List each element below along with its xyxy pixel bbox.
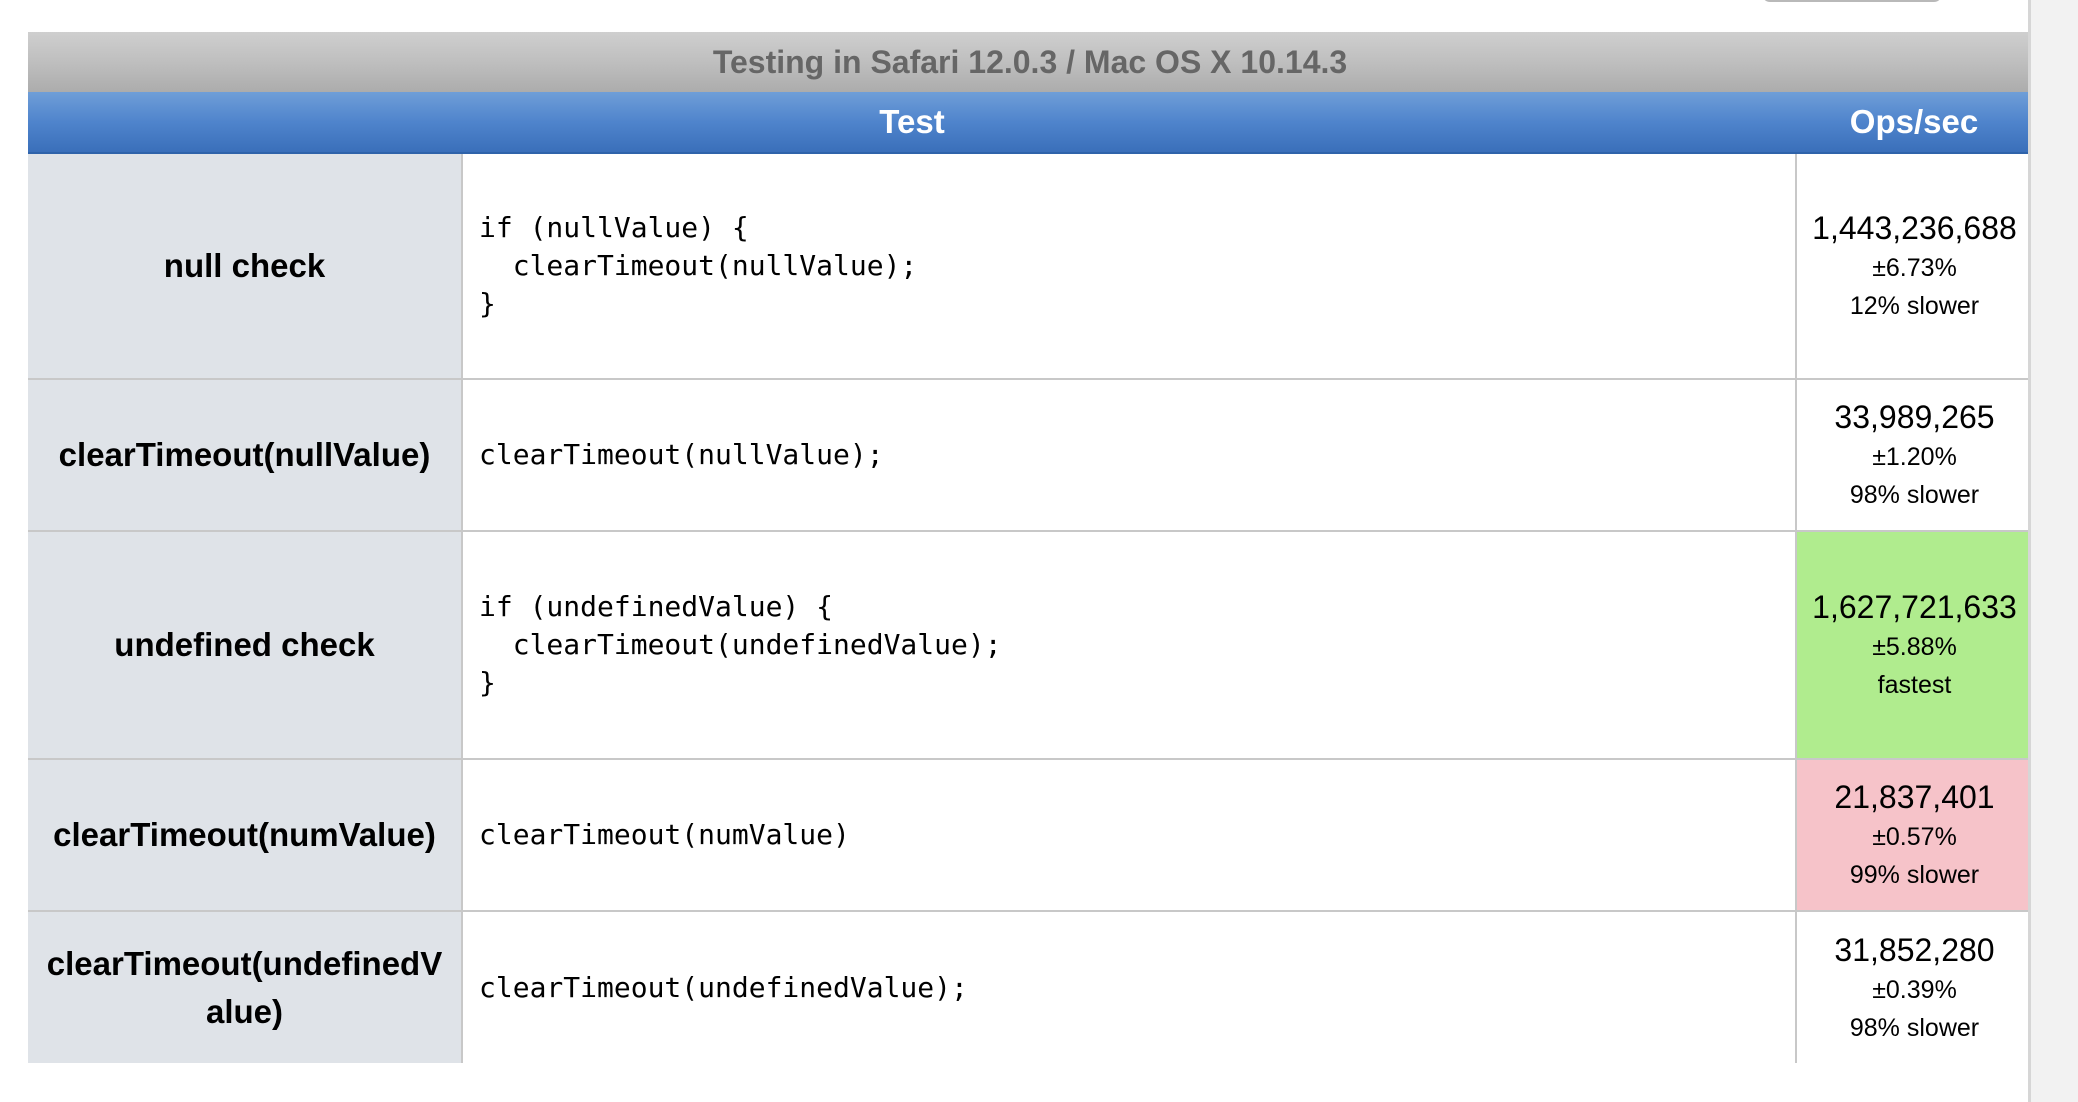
test-code-cell: if (nullValue) { clearTimeout(nullValue)… xyxy=(461,153,1797,380)
test-code-cell: clearTimeout(nullValue); xyxy=(461,379,1797,532)
ops-result-cell-slowest: 21,837,401 ±0.57% 99% slower xyxy=(1796,759,2032,912)
table-row: undefined check if (undefinedValue) { cl… xyxy=(28,531,2032,760)
test-title: undefined check xyxy=(28,531,462,760)
window-right-edge xyxy=(2028,0,2078,1102)
test-code: if (undefinedValue) { clearTimeout(undef… xyxy=(479,590,1002,699)
table-header-row: Test Ops/sec xyxy=(28,92,2032,154)
test-title: null check xyxy=(28,153,462,380)
test-code-cell: clearTimeout(undefinedValue); xyxy=(461,911,1797,1063)
test-code: clearTimeout(nullValue); xyxy=(479,438,884,471)
ops-value: 31,852,280 xyxy=(1834,931,1995,968)
table-row: clearTimeout(nullValue) clearTimeout(nul… xyxy=(28,379,2032,532)
ops-result-cell: 1,443,236,688 ±6.73% 12% slower xyxy=(1796,153,2032,380)
table-row: clearTimeout(undefinedValue) clearTimeou… xyxy=(28,911,2032,1063)
table-row: null check if (nullValue) { clearTimeout… xyxy=(28,153,2032,380)
test-code-cell: if (undefinedValue) { clearTimeout(undef… xyxy=(461,531,1797,760)
ops-error: ±1.20% xyxy=(1872,443,1957,471)
ops-error: ±0.57% xyxy=(1872,823,1957,851)
test-title: clearTimeout(numValue) xyxy=(28,759,462,912)
ops-value: 1,443,236,688 xyxy=(1812,210,2017,246)
ops-value: 1,627,721,633 xyxy=(1812,589,2017,625)
top-button-edge[interactable] xyxy=(1762,0,1942,2)
results-table: Testing in Safari 12.0.3 / Mac OS X 10.1… xyxy=(28,32,2032,1063)
ops-relative-note: 98% slower xyxy=(1849,1013,1980,1042)
test-code: if (nullValue) { clearTimeout(nullValue)… xyxy=(479,211,918,320)
ops-value: 33,989,265 xyxy=(1834,399,1995,435)
ops-relative-note: fastest xyxy=(1877,671,1952,699)
test-code: clearTimeout(numValue) xyxy=(479,818,850,851)
test-column-header: Test xyxy=(28,92,1796,154)
table-row: clearTimeout(numValue) clearTimeout(numV… xyxy=(28,759,2032,912)
ops-relative-note: 99% slower xyxy=(1849,861,1980,889)
test-title: clearTimeout(nullValue) xyxy=(28,379,462,532)
ops-value: 21,837,401 xyxy=(1834,779,1995,815)
ops-error: ±0.39% xyxy=(1872,975,1957,1004)
table-caption: Testing in Safari 12.0.3 / Mac OS X 10.1… xyxy=(28,32,2032,92)
ops-relative-note: 98% slower xyxy=(1849,481,1980,509)
test-code: clearTimeout(undefinedValue); xyxy=(479,970,968,1004)
ops-error: ±5.88% xyxy=(1872,633,1957,661)
benchmark-results-page: Testing in Safari 12.0.3 / Mac OS X 10.1… xyxy=(0,0,2078,1102)
ops-relative-note: 12% slower xyxy=(1849,292,1980,320)
ops-error: ±6.73% xyxy=(1872,254,1957,282)
ops-result-cell: 33,989,265 ±1.20% 98% slower xyxy=(1796,379,2032,532)
table-caption-row: Testing in Safari 12.0.3 / Mac OS X 10.1… xyxy=(28,32,2032,92)
ops-column-header: Ops/sec xyxy=(1796,92,2032,154)
test-code-cell: clearTimeout(numValue) xyxy=(461,759,1797,912)
ops-result-cell-fastest: 1,627,721,633 ±5.88% fastest xyxy=(1796,531,2032,760)
ops-result-cell: 31,852,280 ±0.39% 98% slower xyxy=(1796,911,2032,1063)
test-title: clearTimeout(undefinedValue) xyxy=(28,911,462,1063)
